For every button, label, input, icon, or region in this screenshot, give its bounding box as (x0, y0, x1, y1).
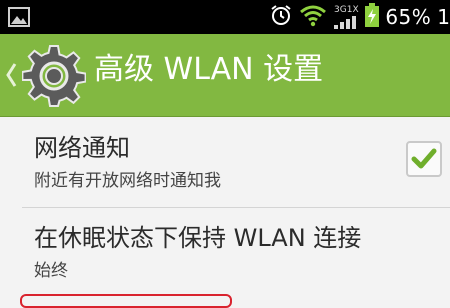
action-bar: 高级 WLAN 设置 (0, 34, 450, 117)
setting-keep-wlan-during-sleep[interactable]: 在休眠状态下保持 WLAN 连接 始终 (0, 207, 450, 297)
status-clock: 1 (437, 5, 450, 29)
settings-gear-icon[interactable] (22, 44, 86, 108)
setting-summary: 附近有开放网络时通知我 (34, 171, 221, 191)
setting-network-notification[interactable]: 网络通知 附近有开放网络时通知我 (0, 117, 450, 207)
network-notification-checkbox[interactable] (406, 141, 442, 177)
status-bar: 3G1X 65% 1 (0, 0, 450, 34)
battery-percent: 65% (385, 5, 432, 29)
highlight-box (20, 294, 232, 308)
status-icons: 3G1X 65% 1 (263, 3, 450, 31)
wifi-icon (299, 3, 327, 31)
network-type-label: 3G1X (334, 4, 359, 15)
setting-summary: 始终 (34, 261, 68, 281)
checkmark-icon (411, 148, 437, 169)
setting-title: 网络通知 (34, 134, 130, 162)
setting-title: 在休眠状态下保持 WLAN 连接 (34, 224, 362, 252)
back-chevron-icon[interactable] (4, 60, 18, 90)
battery-charging-icon (365, 3, 380, 31)
page-title: 高级 WLAN 设置 (94, 52, 324, 87)
alarm-clock-icon (269, 3, 293, 31)
network-3g-1x-icon: 3G1X (333, 4, 359, 29)
gallery-icon (8, 7, 30, 31)
settings-list: 网络通知 附近有开放网络时通知我 在休眠状态下保持 WLAN 连接 始终 (0, 117, 450, 297)
